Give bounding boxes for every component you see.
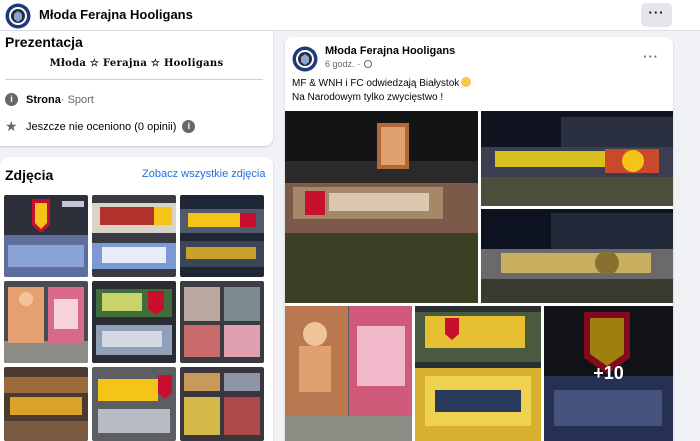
intro-card: Prezentacja Młoda ☆ Ferajna ☆ Hooligans … (0, 31, 273, 146)
photo-thumb[interactable] (180, 281, 264, 363)
post-photo-collage: +10 (285, 111, 673, 441)
photo-gallery-wall (92, 281, 176, 363)
photo-graffiti-wall (92, 195, 176, 277)
page-header-bar: Młoda Ferajna Hooligans ··· (0, 0, 700, 31)
photo-yellow-wall (92, 367, 176, 441)
photo-yellow-walls (415, 306, 541, 441)
photo-wall-pieces (180, 281, 264, 363)
page-avatar[interactable] (5, 3, 31, 29)
post-author-avatar[interactable] (292, 46, 318, 72)
post-more-options-icon[interactable]: ··· (643, 49, 659, 64)
post-author-name[interactable]: Młoda Ferajna Hooligans (325, 45, 455, 57)
post-card: Młoda Ferajna Hooligans 6 godz. · ··· MF… (285, 37, 673, 441)
photo-fighter-mural (4, 281, 88, 363)
photos-title: Zdjęcia (5, 167, 54, 183)
category-value: · Sport (60, 93, 94, 106)
info-icon: i (5, 93, 18, 106)
photo-fighter-mural (285, 306, 412, 441)
post-text-line: Na Narodowym tylko zwycięstwo ! (292, 92, 444, 103)
intro-bio: Młoda ☆ Ferajna ☆ Hooligans (49, 58, 224, 69)
intro-title: Prezentacja (5, 34, 83, 50)
post-meta: 6 godz. · (325, 59, 372, 69)
rating-text: Jeszcze nie oceniono (0 opinii) (26, 120, 177, 133)
photo-night-wall (180, 195, 264, 277)
photo-thumb[interactable] (92, 367, 176, 441)
photo-thumb[interactable] (180, 367, 264, 441)
post-photo[interactable] (481, 111, 673, 206)
category-label: Strona (26, 93, 61, 106)
page-name[interactable]: Młoda Ferajna Hooligans (39, 7, 193, 22)
photo-night-wall-billboard (285, 111, 478, 303)
more-photos-count[interactable]: +10 (544, 306, 673, 441)
photo-thumb[interactable] (4, 367, 88, 441)
post-photo[interactable] (415, 306, 541, 441)
post-text: MF & WNH i FC odwiedzają Białystok Na Na… (292, 77, 472, 105)
emoji-icon (461, 77, 472, 87)
rating-row: ★ Jeszcze nie oceniono (0 opinii) i (5, 118, 196, 134)
photo-game-wall (481, 111, 673, 206)
globe-icon (363, 60, 372, 68)
post-photo-more[interactable]: +10 (544, 306, 673, 441)
photo-thumb[interactable] (4, 281, 88, 363)
photos-card: Zdjęcia Zobacz wszystkie zdjęcia (0, 157, 273, 441)
photo-thumb[interactable] (180, 195, 264, 277)
photo-street-night (4, 367, 88, 441)
post-photo[interactable] (481, 209, 673, 303)
photo-collage-walls (180, 367, 264, 441)
post-text-line: MF & WNH i FC odwiedzają Białystok (292, 77, 472, 91)
rating-info-icon[interactable]: i (182, 120, 196, 133)
category-row: i Strona · Sport (5, 93, 94, 106)
photo-thumb[interactable] (4, 195, 88, 277)
photo-thumb[interactable] (92, 195, 176, 277)
more-options-button[interactable]: ··· (641, 3, 672, 27)
post-photo[interactable] (285, 111, 478, 303)
photo-night-wall-mf (481, 209, 673, 303)
star-icon: ★ (5, 118, 18, 134)
photo-thumb[interactable] (92, 281, 176, 363)
post-photo[interactable] (285, 306, 412, 441)
post-time[interactable]: 6 godz. (325, 59, 355, 69)
photo-graffiti-badge (4, 195, 88, 277)
see-all-photos-link[interactable]: Zobacz wszystkie zdjęcia (142, 168, 266, 180)
intro-divider (5, 79, 263, 80)
